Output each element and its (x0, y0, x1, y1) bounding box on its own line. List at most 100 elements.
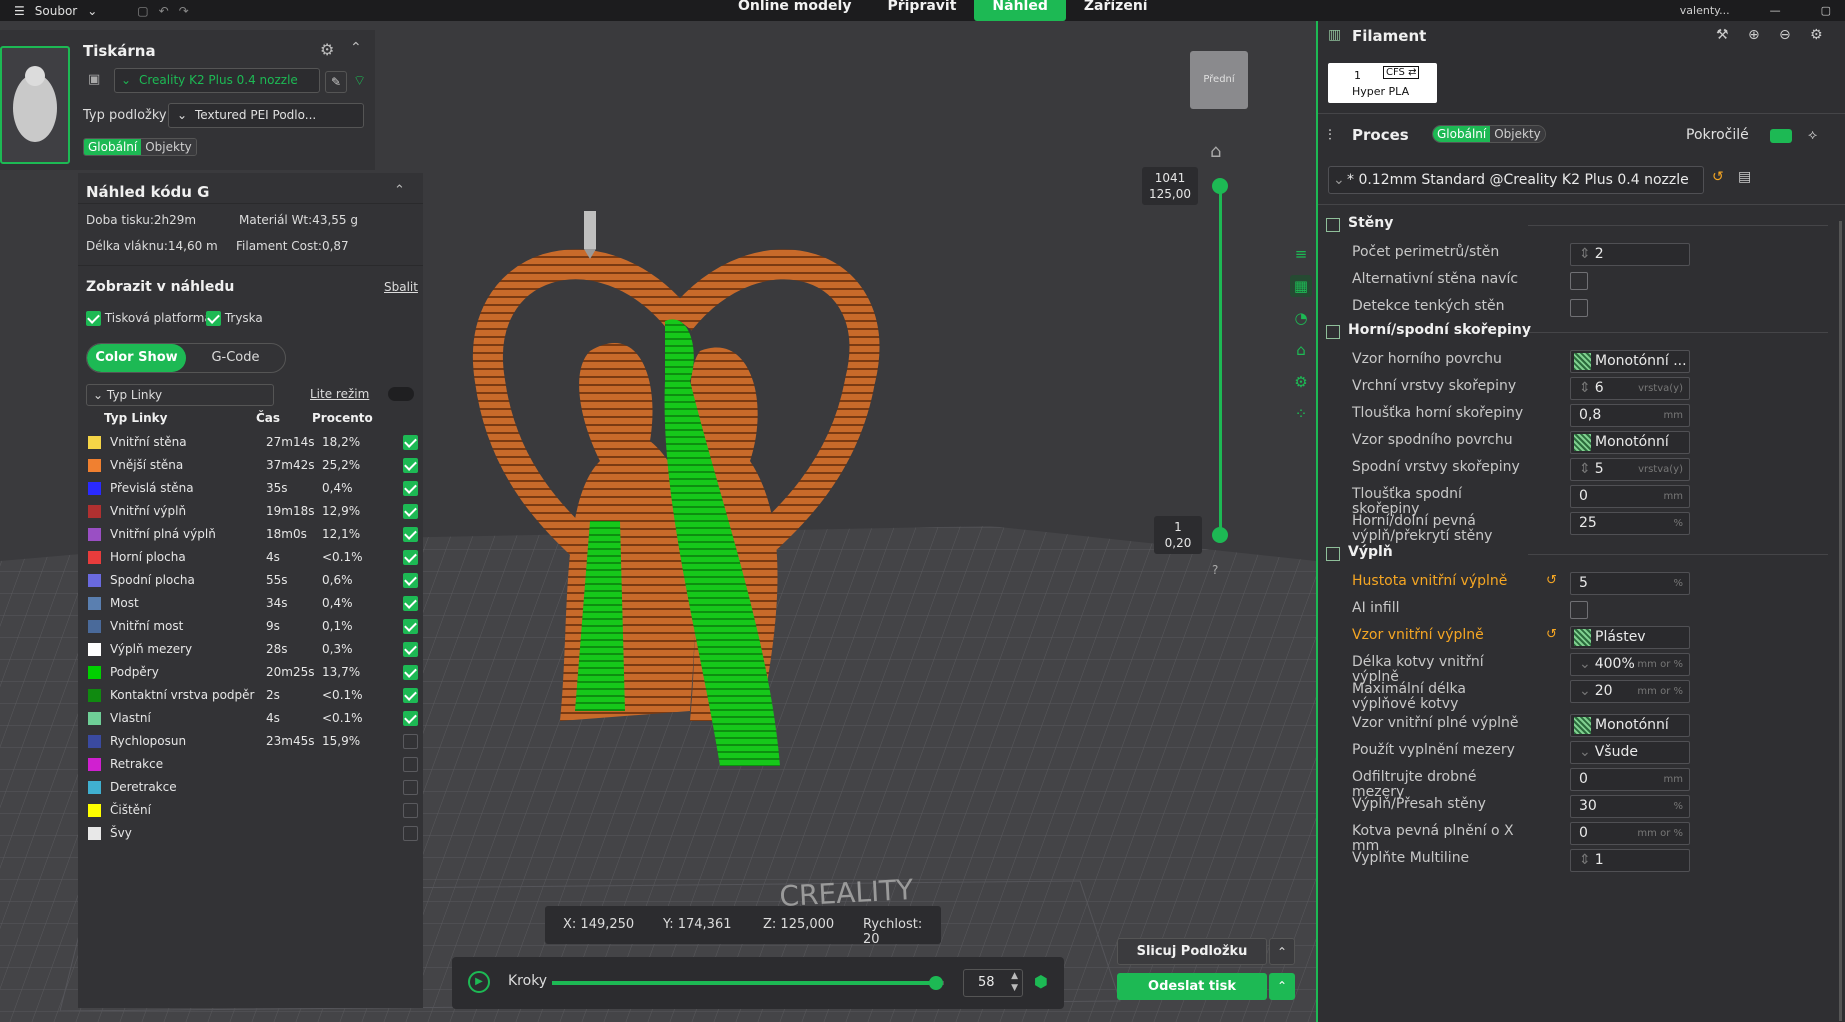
line-type-row[interactable]: Vnitřní plná výplň 18m0s 12,1% (88, 523, 418, 547)
edit-icon[interactable]: ✎ (325, 71, 347, 93)
setting-input[interactable]: 0 mm or % (1570, 822, 1690, 845)
steps-input[interactable]: 58 ▲ ▼ (963, 969, 1023, 997)
send-print-button[interactable]: Odeslat tisk (1117, 973, 1267, 1000)
printer-select[interactable]: ⌄ Creality K2 Plus 0.4 nozzle (114, 68, 320, 93)
plate-thumbnail[interactable] (0, 46, 70, 164)
speed-tool-icon[interactable]: ◔ (1290, 307, 1312, 329)
line-type-row[interactable]: Most 34s 0,4% (88, 592, 418, 616)
layers-tool-icon[interactable]: ≡ (1290, 243, 1312, 265)
line-type-visibility-checkbox[interactable] (403, 435, 418, 450)
line-type-visibility-checkbox[interactable] (403, 665, 418, 680)
line-type-visibility-checkbox[interactable] (403, 504, 418, 519)
line-type-visibility-checkbox[interactable] (403, 458, 418, 473)
stepper-icon[interactable]: ⇕ (1579, 852, 1591, 868)
wifi-icon[interactable]: ⌔ (353, 72, 366, 90)
line-type-visibility-checkbox[interactable] (403, 573, 418, 588)
compare-icon[interactable]: ⟡ (1808, 127, 1817, 143)
support-tool-icon[interactable]: ⌂ (1290, 339, 1312, 361)
slice-plate-button[interactable]: Slicuj Podložku (1117, 938, 1267, 965)
reset-icon[interactable]: ↺ (1712, 169, 1724, 185)
line-type-row[interactable]: Deretrakce (88, 776, 418, 800)
tab-online-models[interactable]: Online modely (720, 0, 869, 21)
brush-icon[interactable]: ⚒ (1716, 27, 1729, 43)
play-icon[interactable]: ▶ (468, 971, 490, 993)
bed-type-select[interactable]: ⌄ Textured PEI Podlo... (168, 103, 364, 128)
line-type-visibility-checkbox[interactable] (403, 780, 418, 795)
stepper-icon[interactable]: ⇕ (1579, 461, 1591, 477)
process-preset-select[interactable]: ⌄ * 0.12mm Standard @Creality K2 Plus 0.… (1328, 166, 1704, 194)
layer-slider-bottom-handle[interactable] (1212, 527, 1228, 543)
maximize-icon[interactable]: ▢ (1821, 4, 1831, 17)
steps-slider-handle[interactable] (929, 976, 944, 990)
filament-settings-icon[interactable]: ⚙ (1810, 27, 1823, 43)
setting-spinner[interactable]: ⇕ 2 (1570, 243, 1690, 266)
save-preset-icon[interactable]: ▤ (1738, 169, 1751, 185)
undo-icon[interactable]: ↶ (159, 4, 169, 18)
printer-settings-icon[interactable]: ⚙ (320, 40, 334, 59)
remove-filament-icon[interactable]: ⊖ (1779, 27, 1791, 43)
line-type-row[interactable]: Vnější stěna 37m42s 25,2% (88, 454, 418, 478)
file-menu[interactable]: Soubor (35, 4, 77, 18)
line-type-row[interactable]: Vnitřní stěna 27m14s 18,2% (88, 431, 418, 455)
setting-checkbox[interactable] (1570, 601, 1588, 619)
line-type-row[interactable]: Výplň mezery 28s 0,3% (88, 638, 418, 662)
scope-global[interactable]: Globální (84, 139, 142, 155)
setting-input[interactable]: 25% (1570, 512, 1690, 535)
stepper-icon[interactable]: ⇕ (1579, 380, 1591, 396)
show-nozzle-checkbox[interactable] (206, 311, 221, 326)
line-type-row[interactable]: Převislá stěna 35s 0,4% (88, 477, 418, 501)
line-type-row[interactable]: Čištění (88, 799, 418, 823)
reset-icon[interactable]: ↺ (1546, 627, 1557, 642)
tab-prepare[interactable]: Připravit (869, 0, 974, 21)
setting-input[interactable]: 0 mm (1570, 485, 1690, 508)
setting-dropdown[interactable]: ⌄ 20 mm or % (1570, 680, 1690, 703)
line-type-row[interactable]: Spodní plocha 55s 0,6% (88, 569, 418, 593)
setting-checkbox[interactable] (1570, 299, 1588, 317)
help-icon[interactable]: ? (1212, 563, 1218, 577)
line-type-visibility-checkbox[interactable] (403, 527, 418, 542)
minimize-icon[interactable]: — (1770, 4, 1781, 17)
setting-spinner[interactable]: ⇕ 5 vrstva(y) (1570, 458, 1690, 481)
pattern-select[interactable]: Monotónní (1570, 431, 1690, 454)
show-platform-option[interactable]: Tisková platforma (86, 311, 212, 326)
chevron-down-icon[interactable]: ⌄ (87, 4, 97, 18)
pattern-select[interactable]: Plástev (1570, 626, 1690, 649)
settings-tool-icon[interactable]: ⚙ (1290, 371, 1312, 393)
setting-input[interactable]: 0 mm (1570, 768, 1690, 791)
line-type-row[interactable]: Vlastní 4s <0.1% (88, 707, 418, 731)
plates-tool-icon[interactable]: ⁘ (1290, 403, 1312, 425)
stepper-icon[interactable]: ▲ ▼ (1011, 970, 1018, 994)
line-type-visibility-checkbox[interactable] (403, 711, 418, 726)
settings-scrollbar[interactable] (1839, 221, 1842, 1021)
reset-icon[interactable]: ↺ (1546, 573, 1557, 588)
setting-checkbox[interactable] (1570, 272, 1588, 290)
user-name[interactable]: valenty... (1680, 4, 1730, 17)
layer-slider-top-handle[interactable] (1212, 178, 1228, 194)
setting-dropdown[interactable]: ⌄ 400% mm or % (1570, 653, 1690, 676)
line-type-visibility-checkbox[interactable] (403, 688, 418, 703)
gcode-button[interactable]: G-Code (186, 344, 285, 372)
setting-spinner[interactable]: ⇕ 1 (1570, 849, 1690, 872)
line-type-select[interactable]: ⌄ Typ Linky (86, 384, 274, 406)
line-type-visibility-checkbox[interactable] (403, 757, 418, 772)
home-icon[interactable]: ⌂ (1210, 141, 1221, 162)
color-show-button[interactable]: Color Show (87, 344, 186, 372)
line-type-row[interactable]: Vnitřní most 9s 0,1% (88, 615, 418, 639)
hamburger-icon[interactable]: ☰ (14, 4, 25, 18)
show-nozzle-option[interactable]: Tryska (206, 311, 263, 326)
send-options-button[interactable]: ⌃ (1269, 973, 1295, 1000)
process-scope-global[interactable]: Globální (1433, 126, 1491, 142)
layers-stack-icon[interactable]: ⬢ (1034, 972, 1048, 991)
line-type-row[interactable]: Rychloposun 23m45s 15,9% (88, 730, 418, 754)
line-type-row[interactable]: Podpěry 20m25s 13,7% (88, 661, 418, 685)
color-scheme-tool-icon[interactable]: ▦ (1290, 275, 1312, 297)
collapse-link[interactable]: Sbalit (384, 280, 418, 294)
collapse-icon[interactable]: ⌃ (394, 183, 405, 198)
line-type-visibility-checkbox[interactable] (403, 734, 418, 749)
setting-input[interactable]: 0,8 mm (1570, 404, 1690, 427)
layer-slider-track[interactable] (1219, 185, 1222, 535)
process-scope-objects[interactable]: Objekty (1490, 126, 1545, 142)
collapse-icon[interactable]: ⌃ (350, 40, 362, 56)
pattern-select[interactable]: Monotónní (1570, 714, 1690, 737)
line-type-visibility-checkbox[interactable] (403, 596, 418, 611)
